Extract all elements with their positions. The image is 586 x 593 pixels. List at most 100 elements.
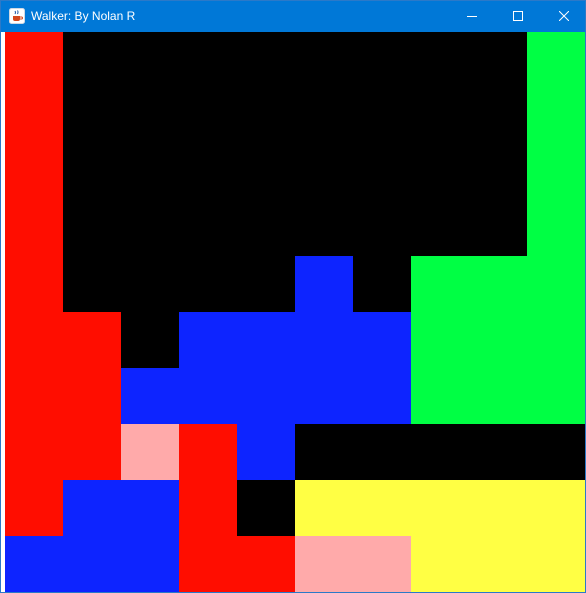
board-cell: [469, 480, 527, 536]
board-cell: [179, 480, 237, 536]
board-cell: [353, 200, 411, 256]
board-cell: [353, 312, 411, 368]
board-cell: [63, 312, 121, 368]
board-cell: [295, 536, 353, 592]
board-cell: [527, 88, 585, 144]
board-cell: [63, 200, 121, 256]
board-cell: [179, 536, 237, 592]
app-window: Walker: By Nolan R: [0, 0, 586, 593]
board-cell: [353, 480, 411, 536]
title-bar[interactable]: Walker: By Nolan R: [1, 1, 585, 32]
board-cell: [121, 424, 179, 480]
minimize-icon: [467, 16, 477, 17]
board-cell: [469, 424, 527, 480]
board-cell: [5, 480, 63, 536]
board-cell: [237, 368, 295, 424]
board-cell: [179, 368, 237, 424]
board-cell: [63, 32, 121, 88]
board-cell: [527, 536, 585, 592]
board-cell: [411, 200, 469, 256]
board-cell: [469, 88, 527, 144]
board-cell: [63, 424, 121, 480]
close-button[interactable]: [541, 1, 586, 32]
board-cell: [5, 536, 63, 592]
board-cell: [295, 32, 353, 88]
board-cell: [353, 32, 411, 88]
board-cell: [121, 88, 179, 144]
board-cell: [469, 32, 527, 88]
board-cell: [527, 312, 585, 368]
board-cell: [237, 144, 295, 200]
board-cell: [5, 88, 63, 144]
board-cell: [237, 200, 295, 256]
board-cell: [237, 480, 295, 536]
board-cell: [469, 312, 527, 368]
board-cell: [527, 32, 585, 88]
board-cell: [411, 480, 469, 536]
board-cell: [411, 256, 469, 312]
board-cell: [353, 88, 411, 144]
board-cell: [237, 424, 295, 480]
board-cell: [5, 312, 63, 368]
board-cell: [469, 368, 527, 424]
board-cell: [237, 256, 295, 312]
board-cell: [179, 256, 237, 312]
board-cell: [5, 144, 63, 200]
board-cell: [295, 368, 353, 424]
board-cell: [295, 144, 353, 200]
board-cell: [353, 256, 411, 312]
board-cell: [295, 200, 353, 256]
board-cell: [411, 368, 469, 424]
board-cell: [5, 424, 63, 480]
window-title: Walker: By Nolan R: [31, 9, 136, 23]
board-cell: [121, 368, 179, 424]
game-board[interactable]: [5, 32, 585, 592]
board-cell: [353, 424, 411, 480]
board-cell: [179, 32, 237, 88]
close-icon: [559, 11, 569, 21]
board-cell: [5, 256, 63, 312]
board-cell: [527, 368, 585, 424]
board-cell: [121, 256, 179, 312]
board-cell: [411, 32, 469, 88]
board-cell: [179, 200, 237, 256]
board-cell: [63, 256, 121, 312]
board-cell: [469, 256, 527, 312]
board-cell: [63, 144, 121, 200]
board-cell: [5, 200, 63, 256]
board-cell: [237, 32, 295, 88]
board-cell: [353, 144, 411, 200]
board-cell: [469, 200, 527, 256]
board-cell: [527, 480, 585, 536]
board-cell: [353, 368, 411, 424]
board-cell: [63, 368, 121, 424]
board-cell: [411, 536, 469, 592]
board-cell: [469, 144, 527, 200]
board-cell: [121, 312, 179, 368]
board-cell: [527, 256, 585, 312]
java-cup-icon: [9, 8, 25, 24]
board-cell: [63, 88, 121, 144]
maximize-button[interactable]: [495, 1, 541, 32]
board-cell: [5, 32, 63, 88]
board-cell: [411, 312, 469, 368]
board-cell: [179, 88, 237, 144]
maximize-icon: [513, 11, 523, 21]
board-cell: [237, 536, 295, 592]
board-cell: [411, 424, 469, 480]
board-cell: [237, 312, 295, 368]
board-cell: [295, 312, 353, 368]
board-cell: [295, 88, 353, 144]
board-cell: [121, 536, 179, 592]
board-cell: [179, 144, 237, 200]
minimize-button[interactable]: [449, 1, 495, 32]
board-cell: [63, 480, 121, 536]
board-cell: [121, 200, 179, 256]
board-cell: [295, 480, 353, 536]
board-cell: [411, 144, 469, 200]
board-cell: [527, 200, 585, 256]
board-cell: [5, 368, 63, 424]
board-cell: [121, 32, 179, 88]
board-cell: [179, 312, 237, 368]
board-cell: [179, 424, 237, 480]
